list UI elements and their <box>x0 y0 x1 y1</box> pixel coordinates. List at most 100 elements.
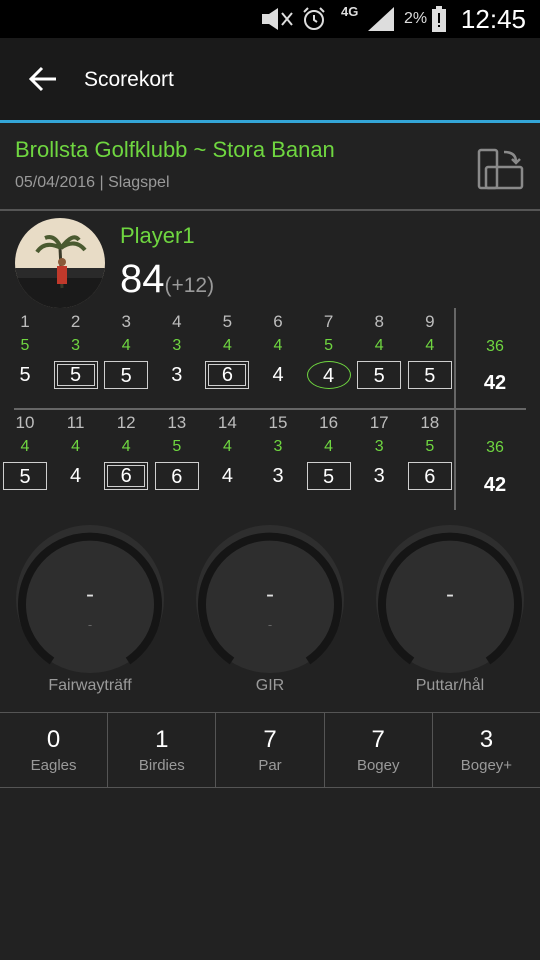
hole-score-cell[interactable]: 6 <box>202 361 252 389</box>
player-name: Player1 <box>120 223 195 248</box>
hole-number: 10 <box>15 413 35 432</box>
hole-number: 7 <box>323 312 334 331</box>
hole-par: 4 <box>374 337 384 354</box>
stat-value: 1 <box>155 726 169 753</box>
hole-number: 14 <box>217 413 237 432</box>
hole-par: 5 <box>425 438 435 455</box>
hole-score: 6 <box>407 462 452 490</box>
scorecard-horizontal-divider <box>14 408 526 410</box>
signal-icon <box>368 7 394 31</box>
stat-par: 7 Par <box>216 713 325 787</box>
hole-score-cell[interactable]: 5 <box>0 462 50 490</box>
hole-score-cell[interactable]: 6 <box>152 462 202 490</box>
hole-number: 17 <box>369 413 389 432</box>
battery-percent: 2% <box>404 10 428 27</box>
hole-score-cell[interactable]: 4 <box>253 361 303 389</box>
round-meta: 05/04/2016 | Slagspel <box>15 174 170 191</box>
putts-gauge: - <box>374 523 526 675</box>
stat-value: 7 <box>371 726 385 753</box>
alarm-icon <box>303 7 325 30</box>
hole-score-cell[interactable]: 4 <box>304 361 354 389</box>
player-total: 84(+12) <box>120 257 214 302</box>
rotate-screen-icon[interactable] <box>474 146 526 194</box>
relative-to-par: (+12) <box>164 274 215 297</box>
hole-par: 4 <box>71 438 81 455</box>
header-divider <box>0 209 540 211</box>
gir-value: - <box>266 581 274 608</box>
hole-score-cell[interactable]: 3 <box>253 462 303 490</box>
gir-gauge: - - <box>194 523 346 675</box>
stat-label: Par <box>258 757 282 774</box>
back-par-total: 36 <box>486 439 504 456</box>
fairway-subvalue: - <box>87 617 93 632</box>
app-bar: Scorekort <box>0 38 540 120</box>
hole-score: 5 <box>357 361 402 389</box>
hole-score: 6 <box>205 361 250 389</box>
hole-score-cell[interactable]: 5 <box>405 361 455 389</box>
hole-score: 5 <box>19 364 31 386</box>
hole-score: 5 <box>306 462 351 490</box>
hole-score: 3 <box>272 465 284 487</box>
hole-number: 16 <box>319 413 339 432</box>
status-clock: 12:45 <box>460 4 526 34</box>
network-type: 4G <box>341 4 359 19</box>
hole-number: 4 <box>172 312 182 331</box>
hole-number: 8 <box>374 312 384 331</box>
hole-par: 4 <box>324 438 334 455</box>
hole-number: 1 <box>20 312 30 331</box>
stat-label: Eagles <box>30 757 77 774</box>
mute-icon <box>262 8 293 30</box>
hole-par: 3 <box>172 337 182 354</box>
hole-number: 15 <box>268 413 288 432</box>
stat-eagles: 0 Eagles <box>0 713 109 787</box>
hole-number: 2 <box>70 312 81 331</box>
hole-score-cell[interactable]: 5 <box>51 361 101 389</box>
hole-score: 4 <box>272 364 284 386</box>
fairway-gauge: - - <box>14 523 166 675</box>
hole-score-cell[interactable]: 4 <box>51 462 101 490</box>
hole-par: 5 <box>20 337 30 354</box>
battery-icon <box>432 6 446 32</box>
hole-score: 5 <box>407 361 452 389</box>
back-arrow-icon[interactable] <box>26 62 60 96</box>
stat-bogey-plus: 3 Bogey+ <box>433 713 540 787</box>
hole-par: 3 <box>71 337 81 354</box>
hole-score-cell[interactable]: 5 <box>304 462 354 490</box>
hole-score-cell[interactable]: 3 <box>354 462 404 490</box>
hole-score: 4 <box>221 465 233 487</box>
gir-label: GIR <box>255 677 285 694</box>
stat-label: Bogey <box>356 757 400 774</box>
hole-score-cell[interactable]: 6 <box>405 462 455 490</box>
hole-score-cell[interactable]: 5 <box>101 361 151 389</box>
front-score-total: 42 <box>483 372 507 394</box>
hole-number: 3 <box>121 312 131 331</box>
accent-divider <box>0 120 540 123</box>
screen-title: Scorekort <box>84 68 174 91</box>
hole-score-value: 5 <box>56 364 95 386</box>
stat-value: 7 <box>263 726 277 753</box>
hole-score-cell[interactable]: 4 <box>202 462 252 490</box>
gir-subvalue: - <box>267 617 273 632</box>
fairway-label: Fairwayträff <box>48 677 132 694</box>
fairway-value: - <box>86 581 94 608</box>
hole-number: 12 <box>116 413 136 432</box>
stat-birdies: 1 Birdies <box>108 713 217 787</box>
hole-score-cell[interactable]: 3 <box>152 361 202 389</box>
hole-number: 18 <box>420 413 440 432</box>
hole-score-value: 6 <box>208 364 247 386</box>
hole-par: 4 <box>273 337 283 354</box>
hole-number: 11 <box>66 413 85 432</box>
hole-number: 9 <box>425 312 435 331</box>
hole-score-cell[interactable]: 5 <box>0 361 50 389</box>
hole-par: 5 <box>172 438 182 455</box>
hole-score: 6 <box>154 462 199 490</box>
course-name: Brollsta Golfklubb ~ Stora Banan <box>15 137 335 162</box>
hole-par: 4 <box>222 438 232 455</box>
hole-score: 5 <box>53 361 98 389</box>
hole-score-cell[interactable]: 6 <box>101 462 151 490</box>
hole-score-cell[interactable]: 5 <box>354 361 404 389</box>
stat-value: 3 <box>479 726 494 753</box>
putts-label: Puttar/hål <box>415 677 485 694</box>
hole-score: 3 <box>373 465 385 487</box>
hole-score: 4 <box>70 465 82 487</box>
